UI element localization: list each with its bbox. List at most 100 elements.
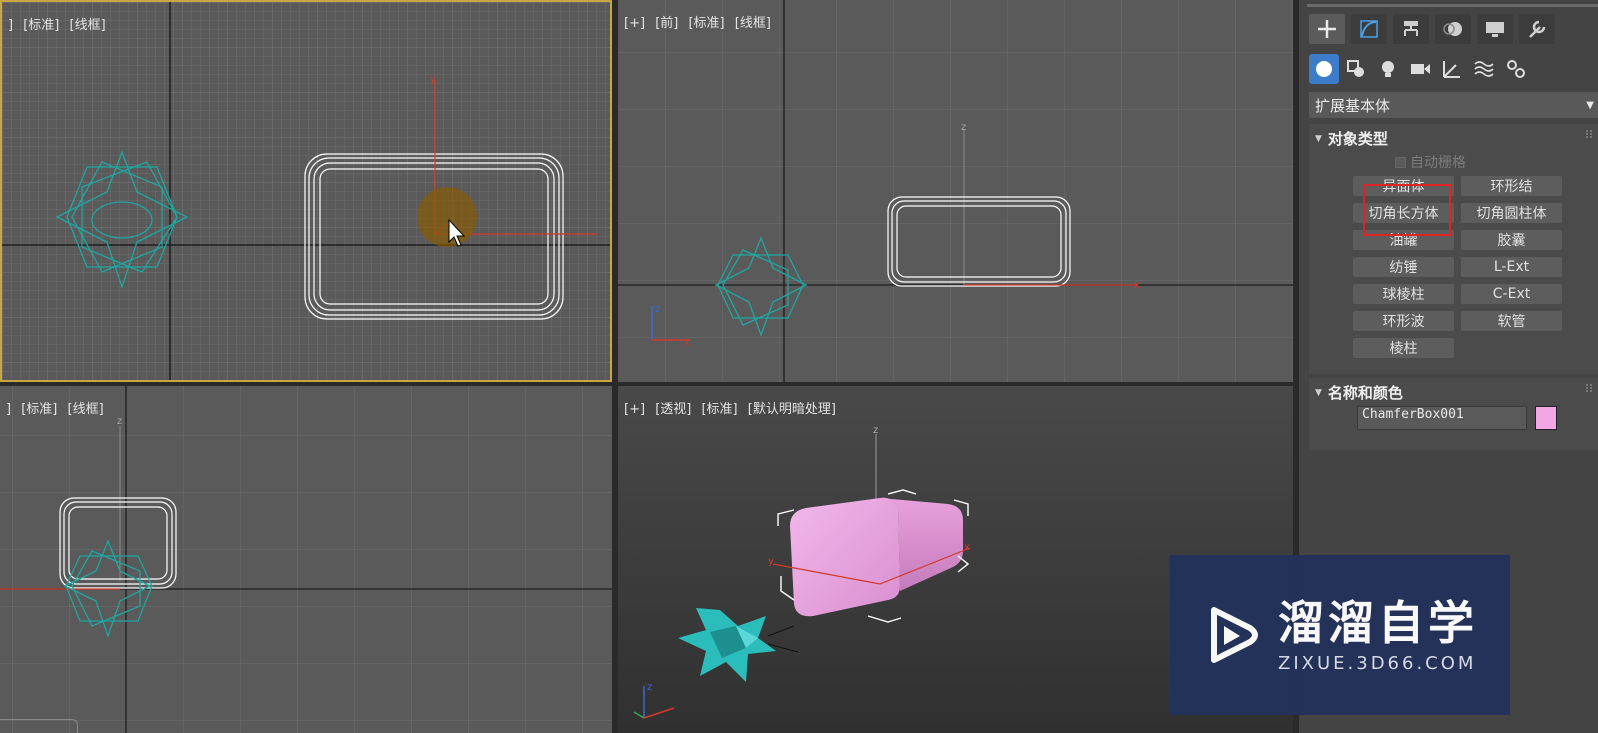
watermark-url: ZIXUE.3D66.COM [1278,652,1477,674]
torus-knot-button[interactable]: 环形结 [1461,176,1562,196]
lights-icon [1382,61,1394,77]
modify-icon [1360,20,1378,38]
display-icon [1486,22,1504,37]
create-icon [1318,20,1336,38]
chamferbox-button[interactable]: 切角长方体 [1353,203,1454,223]
prism-button[interactable]: 棱柱 [1353,338,1454,358]
shapes-subtab[interactable] [1341,54,1371,84]
viewport-splitter-vertical[interactable] [612,0,618,733]
systems-subtab[interactable] [1501,54,1531,84]
click-highlight [417,187,477,247]
vp-menu-shading[interactable]: [标准] [23,18,59,33]
viewport-label-front[interactable]: [+] [前] [标准] [线框] [624,12,777,31]
panel-top-divider [1307,4,1598,7]
viewport-label-perspective[interactable]: [+] [透视] [标准] [默认明暗处理] [624,398,842,417]
helpers-icon [1443,61,1460,78]
oiltank-button[interactable]: 油罐 [1353,230,1454,250]
ringwave-button[interactable]: 环形波 [1353,311,1454,331]
shapes-icon [1347,60,1364,77]
vp-menu-display[interactable]: [线框] [68,402,104,417]
hierarchy-tab[interactable] [1393,14,1429,44]
primitive-category-dropdown[interactable]: 扩展基本体 ▼ [1309,92,1598,118]
create-tab[interactable] [1309,14,1345,44]
viewport-label-top[interactable]: ] [标准] [线框] [8,14,112,33]
viewport-front[interactable]: z x z x [+] [前] [标准] [线框] [618,0,1293,382]
display-tab[interactable] [1477,14,1513,44]
create-subcategory-tabs [1309,54,1531,84]
capsule-button[interactable]: 胶囊 [1461,230,1562,250]
object-color-swatch[interactable] [1535,406,1557,430]
utilities-icon [1529,20,1546,38]
spacewarps-subtab[interactable] [1469,54,1499,84]
vp-menu-shading[interactable]: [标准] [21,402,57,417]
axis-label-z: z [873,425,878,436]
watermark-overlay: 溜溜自学 ZIXUE.3D66.COM [1170,555,1510,715]
hedra-button[interactable]: 异面体 [1353,176,1454,196]
command-panel-tabs [1309,14,1555,44]
viewport-top[interactable]: y ] [标准] [线框] [0,0,612,382]
c-ext-button[interactable]: C-Ext [1461,284,1562,304]
viewport-label-left[interactable]: ] [标准] [线框] [6,398,110,417]
chamfercyl-button[interactable]: 切角圆柱体 [1461,203,1562,223]
geometry-subtab[interactable] [1309,54,1339,84]
helpers-subtab[interactable] [1437,54,1467,84]
collapse-triangle-icon: ▼ [1315,133,1322,144]
axis-tripod: z [633,682,675,719]
gengon-button[interactable]: 球棱柱 [1353,284,1454,304]
vp-menu-plus[interactable]: ] [8,18,13,33]
autogrid-checkbox[interactable] [1395,156,1406,168]
vp-menu-plus[interactable]: [+] [624,402,645,417]
l-ext-button[interactable]: L-Ext [1461,257,1562,277]
vp-menu-plus[interactable]: ] [6,402,11,417]
viewport-corner-tab [0,719,78,733]
utilities-tab[interactable] [1519,14,1555,44]
left-viewport-canvas[interactable]: z [0,386,612,733]
autogrid-option: 自动栅格 [1395,152,1466,172]
vp-menu-shading[interactable]: [标准] [688,16,724,31]
vp-menu-display[interactable]: [默认明暗处理] [748,402,836,417]
axis-label-y: y [768,556,774,567]
vp-menu-plus[interactable]: [+] [624,16,645,31]
vp-menu-view[interactable]: [前] [655,16,678,31]
modify-tab[interactable] [1351,14,1387,44]
axis-label-z: z [961,122,966,133]
object-type-header[interactable]: ▼ 对象类型 [1315,128,1388,149]
tripod-label-z: z [655,304,660,315]
chevron-down-icon: ▼ [1586,99,1594,111]
cameras-subtab[interactable] [1405,54,1435,84]
tripod-label-x: x [684,338,690,348]
rollout-grip-icon[interactable] [1586,130,1592,138]
dropdown-value: 扩展基本体 [1315,96,1391,115]
chamferbox-solid [790,497,963,617]
object-name-field[interactable]: ChamferBox001 [1357,406,1527,430]
viewport-left[interactable]: z ] [标准] [线框] [0,386,612,733]
collapse-triangle-icon: ▼ [1315,387,1322,398]
name-color-rollout: ▼ 名称和颜色 ChamferBox001 [1309,378,1598,450]
spindle-button[interactable]: 纺锤 [1353,257,1454,277]
hose-button[interactable]: 软管 [1461,311,1562,331]
motion-tab[interactable] [1435,14,1471,44]
axis-label-x: x [964,542,970,553]
rollout-grip-icon[interactable] [1586,384,1592,392]
tripod-label-z: z [647,682,652,693]
cameras-icon [1411,64,1430,74]
axis-label-z: z [117,416,122,427]
vp-menu-display[interactable]: [线框] [70,18,106,33]
front-viewport-canvas[interactable]: z x z x [618,0,1293,382]
watermark-text: 溜溜自学 ZIXUE.3D66.COM [1278,597,1478,674]
systems-icon [1507,60,1525,78]
vp-menu-display[interactable]: [线框] [735,16,771,31]
top-viewport-canvas[interactable]: y [2,2,612,382]
vp-menu-shading[interactable]: [标准] [701,402,737,417]
name-color-header[interactable]: ▼ 名称和颜色 [1315,382,1403,403]
hierarchy-icon [1404,21,1418,36]
watermark-title: 溜溜自学 [1278,595,1478,650]
lights-subtab[interactable] [1373,54,1403,84]
hedra-solid [678,608,799,682]
viewport-splitter-horizontal[interactable] [0,382,1293,386]
motion-icon [1443,22,1462,36]
object-type-rollout: ▼ 对象类型 自动栅格 异面体 环形结 切角长方体 切角圆柱体 油罐 胶囊 纺锤… [1309,124,1598,374]
rollout-title: 对象类型 [1327,130,1388,148]
vp-menu-view[interactable]: [透视] [655,402,691,417]
autogrid-label: 自动栅格 [1410,155,1466,171]
